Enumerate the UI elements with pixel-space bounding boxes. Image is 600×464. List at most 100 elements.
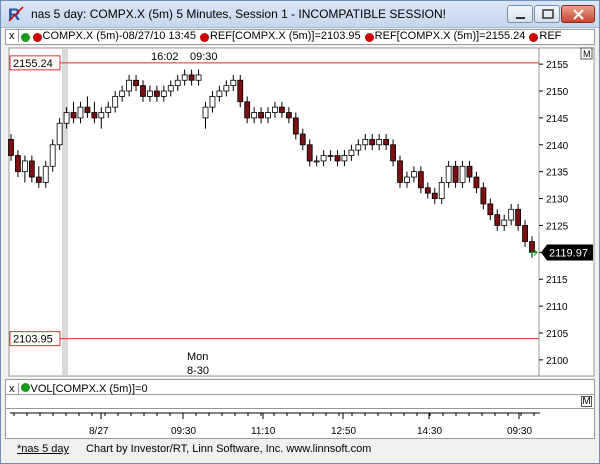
volume-pane[interactable]: M (5, 395, 595, 409)
volume-dot-icon[interactable] (20, 383, 30, 392)
candle-body (404, 176, 410, 183)
candle-body (445, 165, 452, 183)
candle-body (63, 112, 70, 124)
time-axis-label: 09:30 (171, 426, 196, 437)
candle-body (508, 208, 515, 221)
candle-body (515, 208, 522, 226)
time-axis-label: 12:50 (331, 426, 356, 437)
candle-body (167, 85, 174, 92)
candle-body (473, 176, 480, 189)
candle-body (529, 241, 535, 253)
candle-body (216, 90, 223, 97)
price-axis-label: 2115 (546, 275, 568, 286)
session-day-label: Mon (187, 351, 208, 363)
candle-body (126, 79, 132, 92)
session-break-band (62, 49, 68, 375)
symbol-dot-icon[interactable] (20, 33, 30, 42)
symbol-dot-icon[interactable] (32, 33, 42, 42)
candle-body (299, 133, 306, 146)
footer: *nas 5 day Chart by Investor/RT, Linn So… (17, 443, 371, 455)
time-axis[interactable]: 8/27 09:30 11:10 12:50 14:30 09:30 (5, 409, 595, 439)
price-axis-label: 2130 (546, 195, 569, 206)
candle-body (112, 95, 119, 108)
candle-body (438, 182, 445, 199)
candle-body (147, 90, 153, 97)
candle-body (487, 203, 494, 216)
candle-body (494, 214, 501, 226)
candle-body (105, 106, 112, 113)
symbol-legend-label[interactable]: COMPX.X (5m)-08/27/10 13:45 (43, 30, 196, 42)
candle-body (501, 219, 508, 226)
title-bar[interactable]: R nas 5 day: COMPX.X (5m) 5 Minutes, Ses… (1, 1, 599, 28)
candle-body (244, 101, 251, 119)
candle-body (140, 85, 146, 97)
candle-body (522, 225, 528, 242)
reference-label: 2103.95 (13, 334, 53, 346)
window-title: nas 5 day: COMPX.X (5m) 5 Minutes, Sessi… (31, 7, 447, 21)
candle-body (424, 187, 431, 194)
candle-body (209, 95, 216, 108)
credit-text: Chart by Investor/RT, Linn Software, Inc… (86, 443, 372, 455)
price-axis-label: 2110 (546, 302, 568, 313)
candle-body (313, 160, 320, 163)
price-axis-label: 2155 (546, 60, 569, 71)
session-date-label: 8-30 (187, 365, 209, 377)
candle-body (362, 139, 369, 146)
volume-legend-bar: x VOL[COMPX.X (5m)]=0 (5, 379, 595, 395)
minimize-button[interactable] (507, 5, 533, 23)
time-axis-label: 8/27 (89, 426, 109, 437)
candle-body (251, 112, 258, 119)
top-time-label: 16:02 (151, 51, 179, 63)
ref-more-legend-label[interactable]: REF (539, 30, 561, 42)
candle-body (279, 106, 285, 113)
candle-body (153, 90, 160, 97)
candle-body (119, 90, 126, 97)
candle-body (188, 74, 195, 81)
candle-body (292, 117, 299, 135)
price-axis-label: 2150 (546, 87, 569, 98)
close-button[interactable] (561, 5, 595, 23)
price-axis-label: 2105 (546, 329, 569, 340)
candle-body (341, 155, 348, 162)
candle-body (417, 171, 424, 189)
candle-body (160, 90, 167, 97)
ref-high-legend-label[interactable]: REF[COMPX.X (5m)]=2155.24 (375, 30, 526, 42)
candle-body (348, 149, 355, 156)
maximize-button[interactable] (534, 5, 560, 23)
candle-body (431, 192, 438, 199)
ref-dot-icon[interactable] (529, 33, 539, 42)
chart-tab-link[interactable]: *nas 5 day (17, 443, 69, 455)
candle-body (223, 85, 230, 92)
candle-body (181, 74, 188, 81)
last-price-label: 2119.97 (549, 247, 588, 259)
maximize-icon (542, 9, 554, 19)
candle-body (70, 112, 77, 119)
candle-body (334, 155, 341, 162)
candle-body (237, 79, 244, 103)
ref-dot-icon[interactable] (199, 33, 209, 42)
time-axis-label: 11:10 (251, 426, 276, 437)
time-axis-svg: 8/27 09:30 11:10 12:50 14:30 09:30 (10, 412, 540, 437)
volume-menu-button[interactable]: M (581, 396, 592, 407)
candle-body (202, 106, 209, 119)
plot-background (8, 47, 540, 377)
price-axis-label: 2145 (546, 114, 569, 125)
candle-body (174, 79, 181, 87)
price-axis-label: 2100 (546, 356, 569, 367)
candle-body (285, 112, 292, 119)
price-chart-svg[interactable]: 2155215021452140213521302125212021152110… (5, 46, 595, 378)
price-chart[interactable]: 2155215021452140213521302125212021152110… (5, 46, 595, 378)
candle-body (452, 165, 459, 183)
candle-body (195, 74, 202, 81)
volume-close-button[interactable]: x (6, 383, 19, 395)
ref-low-legend-label[interactable]: REF[COMPX.X (5m)]=2103.95 (210, 30, 361, 42)
candle-body (84, 106, 91, 113)
candle-body (390, 144, 396, 162)
study-close-button[interactable]: x (6, 30, 19, 42)
candle-body (8, 139, 14, 156)
chart-menu-label: M (583, 49, 591, 59)
candle-body (35, 176, 42, 183)
ref-dot-icon[interactable] (364, 33, 374, 42)
volume-legend-label[interactable]: VOL[COMPX.X (5m)]=0 (31, 383, 148, 395)
price-axis-label: 2135 (546, 168, 569, 179)
